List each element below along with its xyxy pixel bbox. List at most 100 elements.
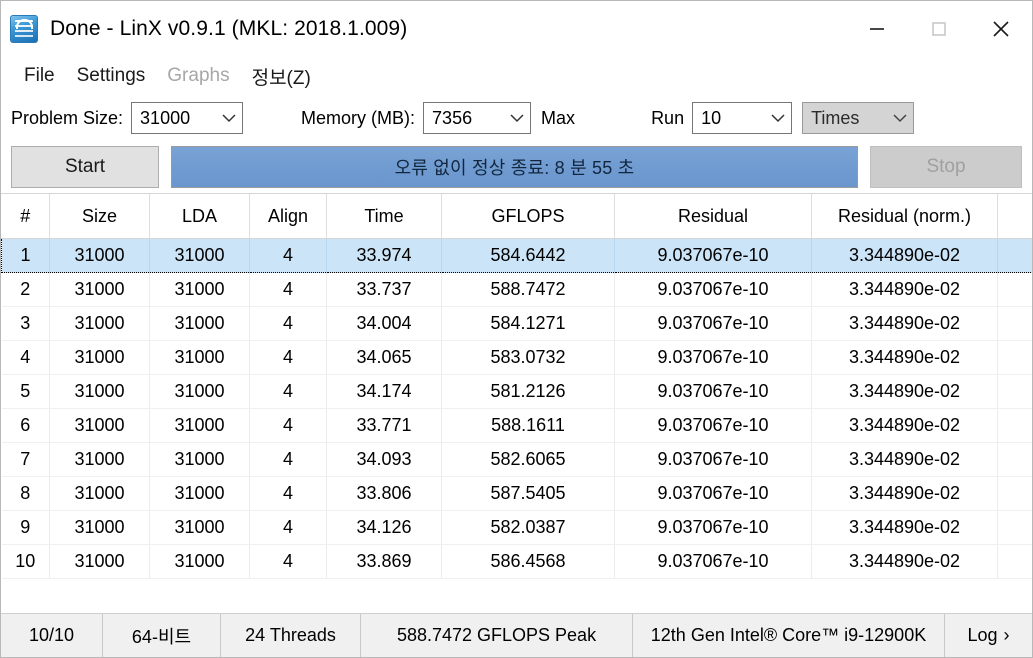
table-cell-time: 33.737	[326, 272, 442, 307]
table-cell-time: 34.065	[326, 340, 442, 375]
table-cell-residual-norm: 3.344890e-02	[811, 374, 998, 409]
table-cell-lda: 31000	[149, 238, 250, 273]
table-row[interactable]: 8 31000 31000 4 33.806 587.5405 9.037067e-10 3.…	[1, 476, 1032, 511]
menu-bar: File Settings Graphs 정보(Z)	[1, 57, 1032, 95]
table-cell-residual: 9.037067e-10	[614, 544, 812, 579]
results-table-container[interactable]: # Size LDA Align Time GFLOPS Residual Re…	[1, 193, 1032, 613]
problem-size-label: Problem Size:	[11, 107, 124, 128]
table-cell-gflops: 584.6442	[441, 238, 615, 273]
intel-linx-icon	[10, 15, 38, 43]
table-cell-residual: 9.037067e-10	[614, 238, 812, 273]
table-row[interactable]: 10 31000 31000 4 33.869 586.4568 9.037067e-10 3…	[1, 544, 1032, 579]
table-cell-residual-norm: 3.344890e-02	[811, 272, 998, 307]
column-header-lda[interactable]: LDA	[149, 194, 250, 239]
table-cell-size: 31000	[49, 544, 150, 579]
run-mode-combo[interactable]: Times	[802, 102, 915, 134]
status-peak-gflops: 588.7472 GFLOPS Peak	[361, 614, 633, 657]
icon-swoosh	[16, 19, 33, 29]
table-cell-lda: 31000	[149, 544, 250, 579]
stop-button: Stop	[870, 146, 1022, 188]
table-cell-residual-norm: 3.344890e-02	[811, 238, 998, 273]
table-cell-time: 34.004	[326, 306, 442, 341]
table-cell-spacer	[997, 374, 1032, 409]
table-row[interactable]: 9 31000 31000 4 34.126 582.0387 9.037067e-10 3.…	[1, 510, 1032, 545]
problem-size-combo[interactable]: 31000	[131, 102, 244, 134]
table-cell-: 6	[1, 408, 50, 443]
table-cell-spacer	[997, 340, 1032, 375]
run-count-combo[interactable]: 10	[692, 102, 793, 134]
table-row[interactable]: 7 31000 31000 4 34.093 582.6065 9.037067e-10 3.…	[1, 442, 1032, 477]
column-header-residual[interactable]: Residual	[614, 194, 812, 239]
toolbar: Problem Size: 31000 Memory (MB): 7356 Ma…	[1, 95, 1032, 193]
maximize-button[interactable]	[908, 1, 970, 57]
table-cell-residual: 9.037067e-10	[614, 408, 812, 443]
table-row[interactable]: 3 31000 31000 4 34.004 584.1271 9.037067e-10 3.…	[1, 306, 1032, 341]
start-button[interactable]: Start	[11, 146, 159, 188]
table-cell-gflops: 586.4568	[441, 544, 615, 579]
column-header-time[interactable]: Time	[326, 194, 442, 239]
table-cell-spacer	[997, 510, 1032, 545]
menu-item-graphs: Graphs	[167, 65, 230, 86]
table-row[interactable]: 5 31000 31000 4 34.174 581.2126 9.037067e-10 3.…	[1, 374, 1032, 409]
table-cell-lda: 31000	[149, 510, 250, 545]
status-log-button[interactable]: Log ›	[945, 614, 1032, 657]
table-row[interactable]: 2 31000 31000 4 33.737 588.7472 9.037067e-10 3.…	[1, 272, 1032, 307]
table-cell-size: 31000	[49, 340, 150, 375]
table-cell-align: 4	[249, 544, 327, 579]
table-cell-residual: 9.037067e-10	[614, 476, 812, 511]
toolbar-row-settings: Problem Size: 31000 Memory (MB): 7356 Ma…	[11, 95, 1022, 141]
table-row[interactable]: 4 31000 31000 4 34.065 583.0732 9.037067e-10 3.…	[1, 340, 1032, 375]
table-cell-spacer	[997, 476, 1032, 511]
table-cell-gflops: 584.1271	[441, 306, 615, 341]
title-bar: Done - LinX v0.9.1 (MKL: 2018.1.009)	[1, 1, 1032, 57]
minimize-button[interactable]	[846, 1, 908, 57]
menu-item-file[interactable]: File	[13, 62, 66, 90]
table-cell-align: 4	[249, 238, 327, 273]
table-cell-residual: 9.037067e-10	[614, 374, 812, 409]
chevron-down-icon	[765, 113, 791, 123]
table-cell-gflops: 588.1611	[441, 408, 615, 443]
progress-bar: 오류 없이 정상 종료: 8 분 55 초	[171, 146, 858, 188]
column-header-align[interactable]: Align	[249, 194, 327, 239]
table-cell-residual-norm: 3.344890e-02	[811, 510, 998, 545]
table-header-row: # Size LDA Align Time GFLOPS Residual Re…	[1, 194, 1032, 239]
column-header-residual-norm[interactable]: Residual (norm.)	[811, 194, 998, 239]
table-cell-: 9	[1, 510, 50, 545]
table-cell-residual-norm: 3.344890e-02	[811, 408, 998, 443]
table-cell-lda: 31000	[149, 442, 250, 477]
table-cell-align: 4	[249, 272, 327, 307]
memory-label: Memory (MB):	[301, 107, 416, 128]
table-cell-time: 33.974	[326, 238, 442, 273]
table-row[interactable]: 6 31000 31000 4 33.771 588.1611 9.037067e-10 3.…	[1, 408, 1032, 443]
column-header-spacer	[997, 194, 1032, 239]
table-cell-residual-norm: 3.344890e-02	[811, 340, 998, 375]
table-row[interactable]: 1 31000 31000 4 33.974 584.6442 9.037067e-10 3.…	[1, 238, 1032, 273]
minimize-icon	[870, 28, 884, 30]
close-icon	[993, 21, 1009, 37]
table-cell-: 8	[1, 476, 50, 511]
menu-item-settings[interactable]: Settings	[66, 62, 157, 90]
table-cell-lda: 31000	[149, 340, 250, 375]
column-header-gflops[interactable]: GFLOPS	[441, 194, 615, 239]
close-button[interactable]	[970, 1, 1032, 57]
table-cell-residual-norm: 3.344890e-02	[811, 544, 998, 579]
table-cell-time: 34.093	[326, 442, 442, 477]
column-header-index[interactable]: #	[1, 194, 50, 239]
table-cell-: 5	[1, 374, 50, 409]
table-cell-lda: 31000	[149, 374, 250, 409]
column-header-size[interactable]: Size	[49, 194, 150, 239]
table-cell-lda: 31000	[149, 272, 250, 307]
memory-combo[interactable]: 7356	[423, 102, 532, 134]
table-body: 1 31000 31000 4 33.974 584.6442 9.037067e-10 3.…	[1, 238, 1032, 579]
table-cell-time: 33.869	[326, 544, 442, 579]
table-cell-time: 33.806	[326, 476, 442, 511]
table-cell-: 3	[1, 306, 50, 341]
table-cell-gflops: 588.7472	[441, 272, 615, 307]
table-cell-spacer	[997, 442, 1032, 477]
table-cell-align: 4	[249, 476, 327, 511]
status-bar: 10/10 64-비트 24 Threads 588.7472 GFLOPS P…	[1, 613, 1032, 657]
chevron-down-icon	[504, 113, 530, 123]
table-cell-residual: 9.037067e-10	[614, 306, 812, 341]
table-cell-time: 34.174	[326, 374, 442, 409]
menu-item-info[interactable]: 정보(Z)	[241, 60, 322, 93]
